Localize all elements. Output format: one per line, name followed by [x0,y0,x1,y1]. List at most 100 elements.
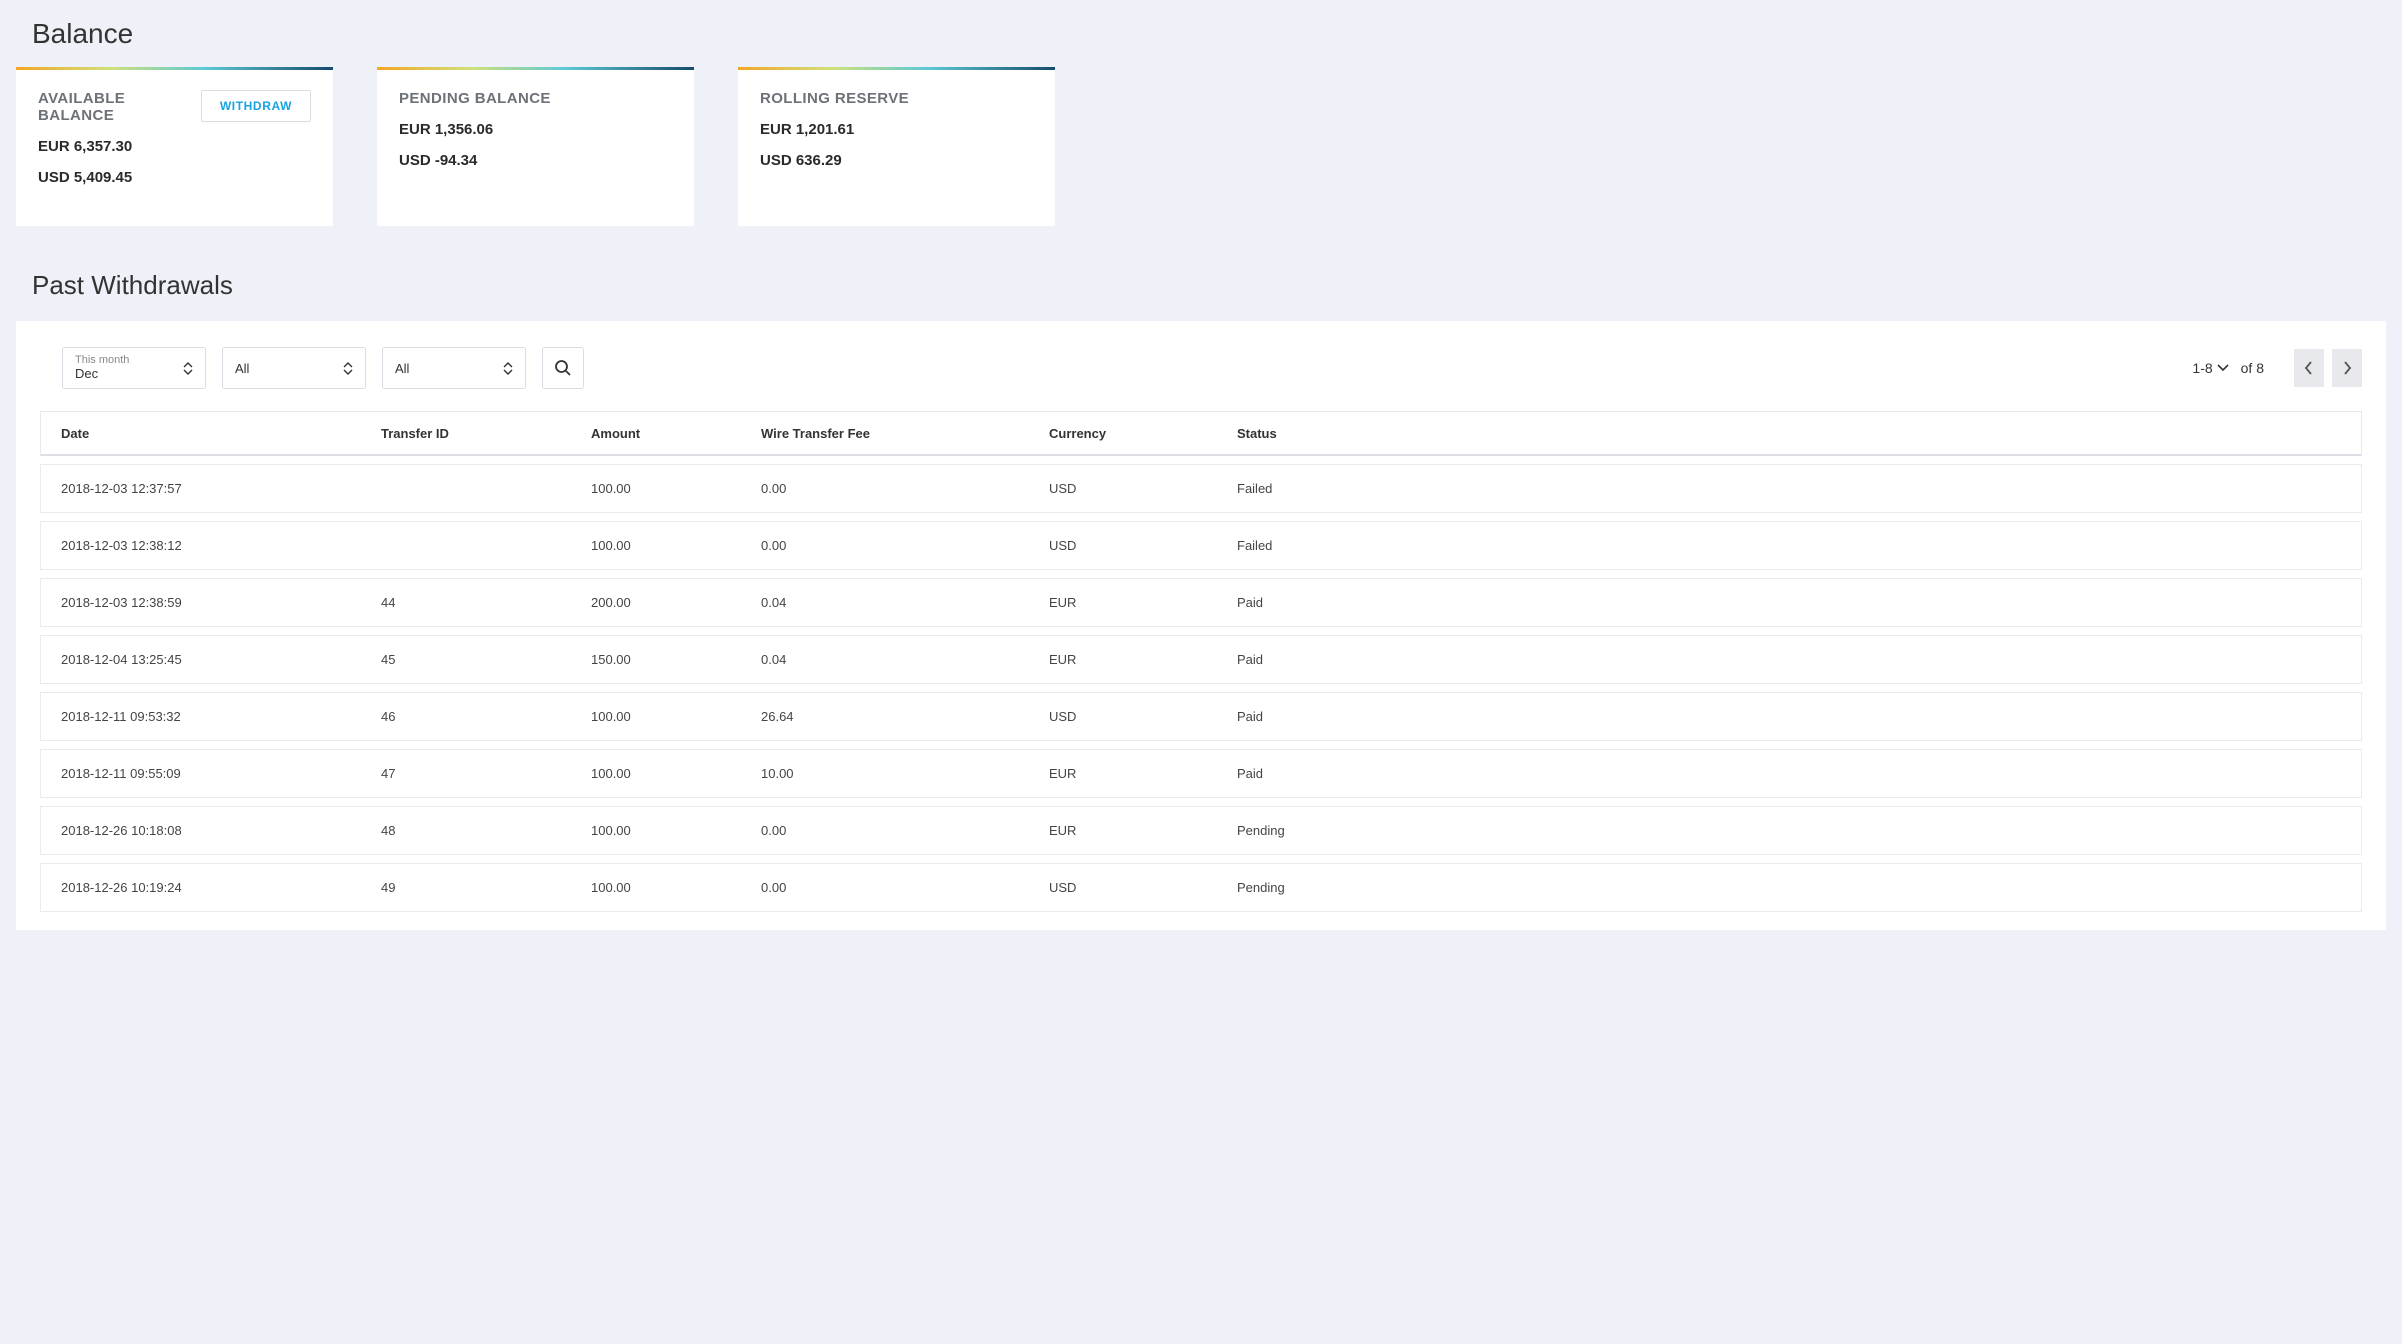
card-available-balance: AVAILABLE BALANCE EUR 6,357.30 USD 5,409… [16,70,333,226]
cell-transfer-id [381,538,591,553]
available-eur: EUR 6,357.30 [38,138,201,155]
cell-status: Pending [1237,823,2341,838]
cell-fee: 26.64 [761,709,1049,724]
cell-currency: EUR [1049,595,1237,610]
cell-amount: 100.00 [591,538,761,553]
period-select[interactable]: This month Dec [62,347,206,389]
cell-fee: 0.00 [761,538,1049,553]
cell-status: Paid [1237,709,2341,724]
cell-currency: USD [1049,538,1237,553]
rolling-usd: USD 636.29 [760,152,1033,169]
cell-currency: USD [1049,880,1237,895]
cell-amount: 150.00 [591,652,761,667]
cell-date: 2018-12-03 12:37:57 [61,481,381,496]
withdrawals-panel: This month Dec All All [16,321,2386,930]
card-rolling-reserve: ROLLING RESERVE EUR 1,201.61 USD 636.29 [738,70,1055,226]
pager-range-wrap[interactable]: 1-8 [2192,360,2228,376]
card-available-title: AVAILABLE BALANCE [38,90,201,124]
rolling-eur: EUR 1,201.61 [760,121,1033,138]
cell-status: Failed [1237,538,2341,553]
filter-2-value: All [235,361,249,376]
cell-fee: 0.00 [761,823,1049,838]
cell-status: Paid [1237,652,2341,667]
pending-eur: EUR 1,356.06 [399,121,672,138]
cell-date: 2018-12-04 13:25:45 [61,652,381,667]
card-pending-title: PENDING BALANCE [399,90,672,107]
chevron-down-icon [2217,364,2229,372]
withdraw-button[interactable]: WITHDRAW [201,90,311,122]
cell-amount: 100.00 [591,709,761,724]
cell-transfer-id: 46 [381,709,591,724]
card-pending-balance: PENDING BALANCE EUR 1,356.06 USD -94.34 [377,70,694,226]
table-row[interactable]: 2018-12-03 12:37:57 100.000.00USDFailed [40,464,2362,513]
cell-amount: 100.00 [591,766,761,781]
th-currency[interactable]: Currency [1049,426,1237,441]
table-row[interactable]: 2018-12-11 09:55:0947100.0010.00EURPaid [40,749,2362,798]
cell-status: Pending [1237,880,2341,895]
balance-cards: AVAILABLE BALANCE EUR 6,357.30 USD 5,409… [16,70,2386,226]
th-transfer-id[interactable]: Transfer ID [381,426,591,441]
cell-fee: 0.00 [761,481,1049,496]
cell-date: 2018-12-26 10:18:08 [61,823,381,838]
cell-amount: 100.00 [591,823,761,838]
pending-usd: USD -94.34 [399,152,672,169]
pager-range: 1-8 [2192,360,2212,376]
table-row[interactable]: 2018-12-26 10:19:2449100.000.00USDPendin… [40,863,2362,912]
page-title: Balance [16,0,2386,70]
spinner-icon [183,362,193,375]
filter-bar: This month Dec All All [62,347,2362,389]
filter-select-3[interactable]: All [382,347,526,389]
pager-of: of 8 [2241,360,2264,376]
table-row[interactable]: 2018-12-03 12:38:12 100.000.00USDFailed [40,521,2362,570]
cell-status: Paid [1237,766,2341,781]
table-header: Date Transfer ID Amount Wire Transfer Fe… [40,411,2362,456]
cell-transfer-id: 49 [381,880,591,895]
th-amount[interactable]: Amount [591,426,761,441]
cell-currency: USD [1049,481,1237,496]
cell-transfer-id: 47 [381,766,591,781]
cell-transfer-id [381,481,591,496]
search-icon [554,359,572,377]
cell-fee: 0.04 [761,595,1049,610]
filter-select-2[interactable]: All [222,347,366,389]
pager: 1-8 of 8 [2192,349,2362,387]
cell-currency: EUR [1049,823,1237,838]
cell-transfer-id: 44 [381,595,591,610]
th-date[interactable]: Date [61,426,381,441]
th-status[interactable]: Status [1237,426,2341,441]
cell-date: 2018-12-11 09:55:09 [61,766,381,781]
cell-currency: EUR [1049,652,1237,667]
cell-fee: 0.00 [761,880,1049,895]
pager-next-button[interactable] [2332,349,2362,387]
chevron-left-icon [2304,361,2314,375]
pager-prev-button[interactable] [2294,349,2324,387]
filter-3-value: All [395,361,409,376]
th-fee[interactable]: Wire Transfer Fee [761,426,1049,441]
chevron-right-icon [2342,361,2352,375]
cell-date: 2018-12-03 12:38:12 [61,538,381,553]
cell-currency: EUR [1049,766,1237,781]
cell-status: Failed [1237,481,2341,496]
period-sublabel: This month [75,354,129,367]
cell-fee: 0.04 [761,652,1049,667]
spinner-icon [343,362,353,375]
table-row[interactable]: 2018-12-04 13:25:4545150.000.04EURPaid [40,635,2362,684]
cell-status: Paid [1237,595,2341,610]
spinner-icon [503,362,513,375]
table-row[interactable]: 2018-12-26 10:18:0848100.000.00EURPendin… [40,806,2362,855]
cell-transfer-id: 48 [381,823,591,838]
cell-fee: 10.00 [761,766,1049,781]
table-row[interactable]: 2018-12-11 09:53:3246100.0026.64USDPaid [40,692,2362,741]
cell-date: 2018-12-26 10:19:24 [61,880,381,895]
cell-date: 2018-12-03 12:38:59 [61,595,381,610]
withdrawals-table: Date Transfer ID Amount Wire Transfer Fe… [40,411,2362,912]
cell-amount: 100.00 [591,481,761,496]
period-value: Dec [75,367,129,382]
cell-currency: USD [1049,709,1237,724]
cell-transfer-id: 45 [381,652,591,667]
cell-amount: 100.00 [591,880,761,895]
available-usd: USD 5,409.45 [38,169,201,186]
table-row[interactable]: 2018-12-03 12:38:5944200.000.04EURPaid [40,578,2362,627]
search-button[interactable] [542,347,584,389]
cell-date: 2018-12-11 09:53:32 [61,709,381,724]
